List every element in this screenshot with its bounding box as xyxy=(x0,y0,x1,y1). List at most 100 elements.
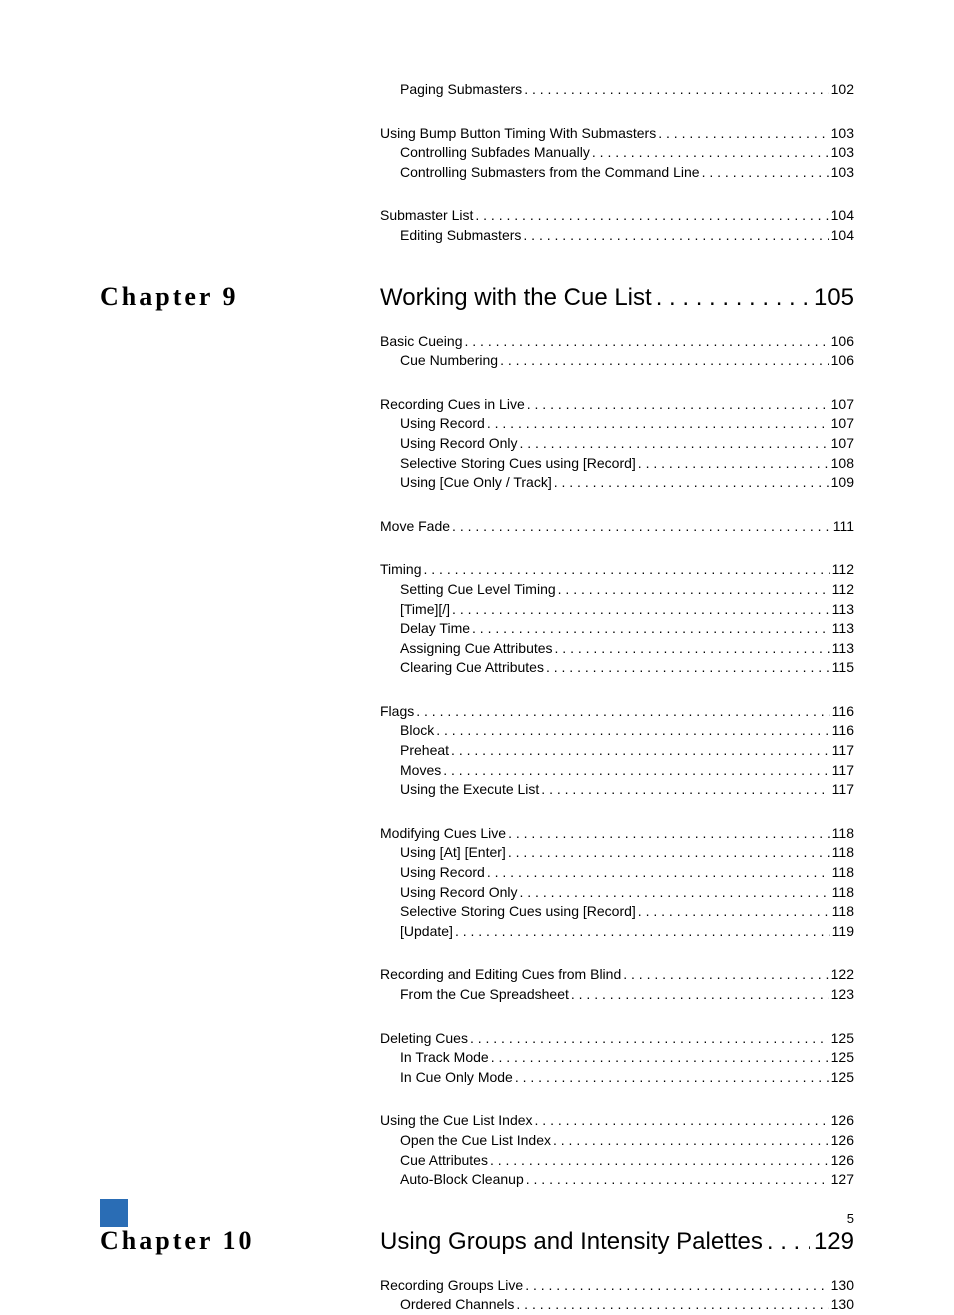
toc-dots xyxy=(520,434,829,454)
toc-entry-label: Assigning Cue Attributes xyxy=(400,639,553,659)
toc-entry-label: Using Record xyxy=(400,863,485,883)
toc-entry-page: 123 xyxy=(831,985,854,1005)
toc-entry-page: 118 xyxy=(832,902,854,922)
toc-entry: Delay Time113 xyxy=(400,619,854,639)
toc-section: Modifying Cues Live118Using [At] [Enter]… xyxy=(100,824,854,942)
toc-entry-page: 125 xyxy=(831,1048,854,1068)
toc-entry-page: 126 xyxy=(831,1131,854,1151)
toc-dots xyxy=(526,1170,829,1190)
toc-entry: Auto-Block Cleanup 127 xyxy=(400,1170,854,1190)
toc-entry-page: 118 xyxy=(832,863,854,883)
toc-entry-label: Paging Submasters xyxy=(400,80,522,100)
toc-dots xyxy=(520,883,830,903)
toc-entry-page: 108 xyxy=(831,454,854,474)
toc-entry-page: 104 xyxy=(831,226,854,246)
page-footer: 5 xyxy=(0,1199,954,1232)
toc-dots xyxy=(541,780,829,800)
toc-entry-label: Selective Storing Cues using [Record] xyxy=(400,902,636,922)
toc-dots xyxy=(571,985,829,1005)
toc-dots xyxy=(455,922,830,942)
toc-entry: Ordered Channels130 xyxy=(400,1295,854,1315)
toc-section: Recording Groups Live 130Ordered Channels… xyxy=(100,1276,854,1315)
chapter-title-wrap: Working with the Cue List 105 xyxy=(380,284,854,312)
toc-entry: Flags116 xyxy=(380,702,854,722)
toc-entry-page: 111 xyxy=(833,517,854,537)
toc-dots xyxy=(487,863,830,883)
toc-entry: In Track Mode125 xyxy=(400,1048,854,1068)
toc-entry: Setting Cue Level Timing112 xyxy=(400,580,854,600)
chapter-label: Chapter 9 xyxy=(100,282,380,312)
toc-dots xyxy=(527,395,829,415)
toc-entry-label: Timing xyxy=(380,560,422,580)
toc-entry: Using the Cue List Index126 xyxy=(380,1111,854,1131)
toc-entry: Block116 xyxy=(400,721,854,741)
toc-entry-page: 126 xyxy=(831,1151,854,1171)
toc-entry: Using Bump Button Timing With Submasters… xyxy=(380,124,854,144)
footer-brand-square-icon xyxy=(100,1199,128,1227)
toc-entry-label: Recording and Editing Cues from Blind xyxy=(380,965,621,985)
toc-section: Basic Cueing106Cue Numbering106 xyxy=(100,332,854,371)
toc-entry: Submaster List104 xyxy=(380,206,854,226)
toc-entry-label: [Update] xyxy=(400,922,453,942)
toc-entry-label: Moves xyxy=(400,761,441,781)
toc-entry-label: Deleting Cues xyxy=(380,1029,468,1049)
toc-section: Recording and Editing Cues from Blind 122… xyxy=(100,965,854,1004)
toc-entry: From the Cue Spreadsheet123 xyxy=(400,985,854,1005)
toc-entry-label: Cue Numbering xyxy=(400,351,498,371)
toc-entry-page: 126 xyxy=(831,1111,854,1131)
toc-entry-page: 118 xyxy=(832,883,854,903)
toc-entry-label: [Time][/] xyxy=(400,600,450,620)
toc-dots xyxy=(658,124,828,144)
toc-entry: Selective Storing Cues using [Record]108 xyxy=(400,454,854,474)
toc-dots xyxy=(592,143,829,163)
toc-entry: Using [At] [Enter]118 xyxy=(400,843,854,863)
toc-entry-page: 127 xyxy=(831,1170,854,1190)
toc-entry-page: 130 xyxy=(831,1295,854,1315)
toc-entry-page: 117 xyxy=(832,761,854,781)
toc-entry-page: 117 xyxy=(832,780,854,800)
toc-section: Timing112Setting Cue Level Timing112[Tim… xyxy=(100,560,854,678)
toc-entry: Using Record 118 xyxy=(400,863,854,883)
chapter-title: Working with the Cue List xyxy=(380,284,652,312)
toc-entry-label: Delay Time xyxy=(400,619,470,639)
toc-dots xyxy=(443,761,829,781)
toc-section: Deleting Cues125In Track Mode125In Cue O… xyxy=(100,1029,854,1088)
toc-entry: Editing Submasters104 xyxy=(400,226,854,246)
toc-dots xyxy=(500,351,829,371)
toc-section: Submaster List104Editing Submasters104 xyxy=(100,206,854,245)
chapter-page: 105 xyxy=(814,284,854,312)
toc-dots xyxy=(470,1029,829,1049)
toc-entry-page: 115 xyxy=(832,658,854,678)
toc-entry-label: Recording Groups Live xyxy=(380,1276,523,1296)
toc-section: Using the Cue List Index126Open the Cue … xyxy=(100,1111,854,1189)
toc-entry: Cue Attributes126 xyxy=(400,1151,854,1171)
toc-entry: Using [Cue Only / Track]109 xyxy=(400,473,854,493)
toc-dots xyxy=(452,600,830,620)
toc-entry-page: 125 xyxy=(831,1029,854,1049)
toc-dots xyxy=(452,517,831,537)
toc-entry: Paging Submasters102 xyxy=(400,80,854,100)
toc-entry-label: Setting Cue Level Timing xyxy=(400,580,556,600)
toc-entry: [Time][/]113 xyxy=(400,600,854,620)
toc-dots xyxy=(638,902,830,922)
toc-entry-label: Using Record Only xyxy=(400,883,518,903)
toc-dots xyxy=(465,332,829,352)
toc-dots xyxy=(487,414,829,434)
toc-entry-page: 107 xyxy=(831,434,854,454)
footer-page-number: 5 xyxy=(847,1211,854,1226)
toc-entry: Controlling Subfades Manually103 xyxy=(400,143,854,163)
toc-dots xyxy=(702,163,829,183)
toc-entry-label: Auto-Block Cleanup xyxy=(400,1170,524,1190)
toc-entry: Using Record107 xyxy=(400,414,854,434)
page-content: Paging Submasters102 Using Bump Button Ti… xyxy=(0,0,954,1315)
toc-dots xyxy=(553,1131,829,1151)
toc-entry-label: Using [At] [Enter] xyxy=(400,843,506,863)
toc-entry-label: Move Fade xyxy=(380,517,450,537)
toc-entry-label: Using [Cue Only / Track] xyxy=(400,473,552,493)
toc-dots xyxy=(524,80,828,100)
toc-entry: Using Record Only 118 xyxy=(400,883,854,903)
toc-entry-page: 122 xyxy=(831,965,854,985)
toc-dots xyxy=(508,843,830,863)
toc-dots xyxy=(523,226,828,246)
toc-dots xyxy=(555,639,830,659)
